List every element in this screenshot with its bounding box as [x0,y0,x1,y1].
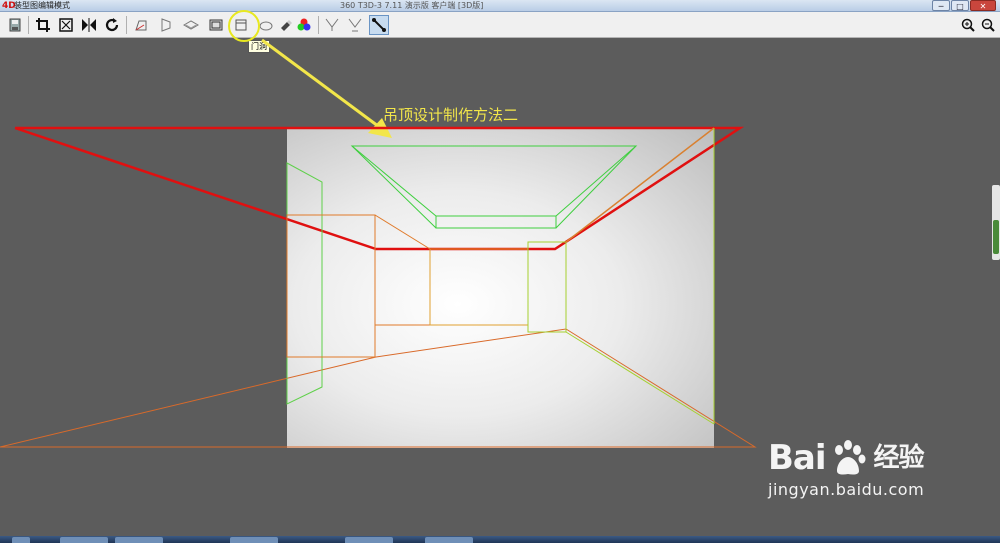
left-wall-edge [374,214,431,250]
vertical-scrollbar[interactable] [992,185,1000,260]
start-button[interactable] [12,537,30,543]
right-door-frame [527,241,567,333]
watermark-brand-right: 经验 [873,443,925,473]
taskbar-item[interactable] [60,537,108,543]
watermark-url: jingyan.baidu.com [768,480,925,499]
paw-icon [834,440,866,475]
scrollbar-thumb[interactable] [993,220,999,254]
ceiling-recess-edge [555,145,637,229]
watermark-brand: Bai 经验 [768,438,925,478]
taskbar-item[interactable] [115,537,163,543]
baidu-watermark: Bai 经验 jingyan.baidu.com [768,438,925,499]
watermark-brand-left: Bai [768,438,827,478]
back-wall [429,248,529,326]
taskbar-item[interactable] [230,537,278,543]
annotation-text: 吊顶设计制作方法二 [383,106,519,124]
right-wall-edge [565,127,715,243]
ceiling-recess-outline [350,145,638,217]
right-wall-edge [565,331,715,425]
left-wall-opening [286,214,376,358]
ceiling-recess-edge [351,145,437,229]
taskbar-item[interactable] [425,537,473,543]
ceiling-recess-inner [435,215,557,229]
taskbar-item[interactable] [345,537,393,543]
perspective-line-floor [0,328,757,448]
annotation-arrow [261,38,379,128]
left-window-frame [286,162,323,405]
taskbar [0,536,1000,543]
